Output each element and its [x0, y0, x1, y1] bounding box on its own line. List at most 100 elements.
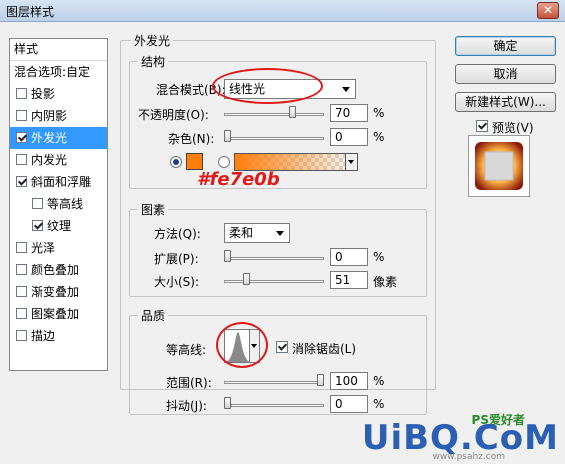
- jitter-label: 抖动(J):: [166, 399, 207, 413]
- jitter-slider-thumb[interactable]: [224, 397, 231, 409]
- watermark-site: www.psahz.com: [432, 452, 505, 462]
- highlight-oval: [212, 68, 323, 104]
- style-item-label: 光泽: [31, 241, 56, 255]
- size-slider-thumb[interactable]: [242, 273, 250, 285]
- size-slider-track[interactable]: [224, 280, 324, 283]
- preview-thumbnail: [475, 142, 523, 190]
- opacity-field[interactable]: 70: [330, 104, 368, 122]
- style-item[interactable]: 纹理: [10, 215, 107, 237]
- range-slider-track[interactable]: [224, 381, 324, 384]
- style-item[interactable]: 内阴影: [10, 105, 107, 127]
- style-item[interactable]: 描边: [10, 325, 107, 347]
- range-field[interactable]: 100: [330, 372, 368, 390]
- opacity-slider-track[interactable]: [224, 113, 324, 116]
- style-item-label: 渐变叠加: [31, 285, 80, 299]
- chevron-down-icon[interactable]: [345, 154, 357, 170]
- style-item-checkbox[interactable]: [16, 110, 27, 121]
- size-unit: 像素: [373, 275, 398, 289]
- close-button[interactable]: ✕: [537, 2, 559, 19]
- noise-slider-track[interactable]: [224, 137, 324, 140]
- style-item-checkbox[interactable]: [16, 176, 27, 187]
- styles-list: 样式 混合选项:自定投影内阴影外发光内发光斜面和浮雕等高线纹理光泽颜色叠加渐变叠…: [9, 38, 108, 371]
- style-item[interactable]: 混合选项:自定: [10, 61, 107, 83]
- outer-glow-group: 外发光 结构 混合模式(B): 线性光 不透明度(O): 70 % 杂色(N):…: [120, 32, 436, 415]
- style-item[interactable]: 颜色叠加: [10, 259, 107, 281]
- range-label: 范围(R):: [166, 376, 212, 390]
- style-item-checkbox[interactable]: [16, 264, 27, 275]
- style-item-checkbox[interactable]: [16, 154, 27, 165]
- elements-group: 图素 方法(Q): 柔和 扩展(P): 0 % 大小(S): 51 像素: [129, 201, 427, 297]
- spread-slider-track[interactable]: [224, 257, 324, 260]
- style-item-label: 描边: [31, 329, 56, 343]
- structure-title: 结构: [138, 53, 169, 70]
- size-field[interactable]: 51: [330, 271, 368, 289]
- style-item[interactable]: 外发光: [10, 127, 107, 149]
- style-item-checkbox[interactable]: [16, 242, 27, 253]
- style-item[interactable]: 内发光: [10, 149, 107, 171]
- style-item-label: 图案叠加: [31, 307, 80, 321]
- style-item[interactable]: 图案叠加: [10, 303, 107, 325]
- color-annotation: #fe7e0b: [197, 169, 280, 190]
- outer-glow-title: 外发光: [131, 32, 174, 49]
- style-item[interactable]: 渐变叠加: [10, 281, 107, 303]
- glow-color-swatch[interactable]: [186, 153, 203, 170]
- style-item-checkbox[interactable]: [16, 88, 27, 99]
- technique-select[interactable]: 柔和: [224, 223, 290, 243]
- gradient-radio[interactable]: [218, 156, 230, 168]
- antialias-checkbox[interactable]: [276, 341, 288, 353]
- cancel-button[interactable]: 取消: [455, 64, 556, 84]
- chevron-down-icon: [276, 231, 284, 236]
- style-preview: [468, 135, 530, 197]
- style-item-checkbox[interactable]: [32, 198, 43, 209]
- range-slider-thumb[interactable]: [317, 374, 324, 386]
- style-item-checkbox[interactable]: [16, 286, 27, 297]
- technique-value: 柔和: [229, 226, 254, 240]
- new-style-button[interactable]: 新建样式(W)...: [455, 92, 556, 112]
- style-item[interactable]: 光泽: [10, 237, 107, 259]
- technique-label: 方法(Q):: [154, 227, 201, 241]
- spread-label: 扩展(P):: [154, 252, 199, 266]
- style-item-label: 混合选项:自定: [14, 65, 91, 79]
- title-bar: 图层样式 ✕: [0, 0, 565, 22]
- size-label: 大小(S):: [154, 275, 200, 289]
- dialog-client: 样式 混合选项:自定 投影 内阴影 外发光 内发光 斜面和浮雕 等高线 纹理 光泽 颜色叠加 渐变叠…: [0, 22, 565, 464]
- noise-field[interactable]: 0: [330, 128, 368, 146]
- range-unit: %: [373, 374, 385, 388]
- style-item-label: 颜色叠加: [31, 263, 80, 277]
- jitter-field[interactable]: 0: [330, 395, 368, 413]
- style-item[interactable]: 斜面和浮雕: [10, 171, 107, 193]
- spread-slider-thumb[interactable]: [224, 250, 231, 262]
- color-radio[interactable]: [170, 156, 182, 168]
- styles-header[interactable]: 样式: [10, 39, 107, 61]
- quality-title: 品质: [138, 307, 169, 324]
- chevron-down-icon: [342, 87, 350, 92]
- opacity-unit: %: [373, 106, 385, 120]
- style-item-checkbox[interactable]: [16, 330, 27, 341]
- style-item-label: 外发光: [31, 131, 68, 145]
- style-item-label: 内阴影: [31, 109, 68, 123]
- jitter-unit: %: [373, 397, 385, 411]
- antialias-label: 消除锯齿(L): [292, 342, 357, 356]
- style-item-checkbox[interactable]: [16, 132, 27, 143]
- style-item[interactable]: 投影: [10, 83, 107, 105]
- preview-checkbox[interactable]: [476, 120, 488, 132]
- contour-label: 等高线:: [166, 343, 207, 357]
- style-item-checkbox[interactable]: [32, 220, 43, 231]
- style-item-label: 纹理: [47, 219, 72, 233]
- noise-slider-thumb[interactable]: [224, 130, 231, 142]
- jitter-slider-track[interactable]: [224, 404, 324, 407]
- style-item-label: 斜面和浮雕: [31, 175, 92, 189]
- style-item-label: 内发光: [31, 153, 68, 167]
- ok-button[interactable]: 确定: [455, 36, 556, 56]
- quality-group: 品质 等高线: 消除锯齿(L) 范围(R): 100 % 抖动(J): 0 %: [129, 307, 427, 415]
- noise-unit: %: [373, 130, 385, 144]
- opacity-label: 不透明度(O):: [138, 108, 209, 122]
- spread-unit: %: [373, 250, 385, 264]
- spread-field[interactable]: 0: [330, 248, 368, 266]
- style-item-label: 等高线: [47, 197, 84, 211]
- elements-title: 图素: [138, 201, 169, 218]
- opacity-slider-thumb[interactable]: [289, 106, 297, 118]
- style-item[interactable]: 等高线: [10, 193, 107, 215]
- style-item-checkbox[interactable]: [16, 308, 27, 319]
- style-item-label: 投影: [31, 87, 56, 101]
